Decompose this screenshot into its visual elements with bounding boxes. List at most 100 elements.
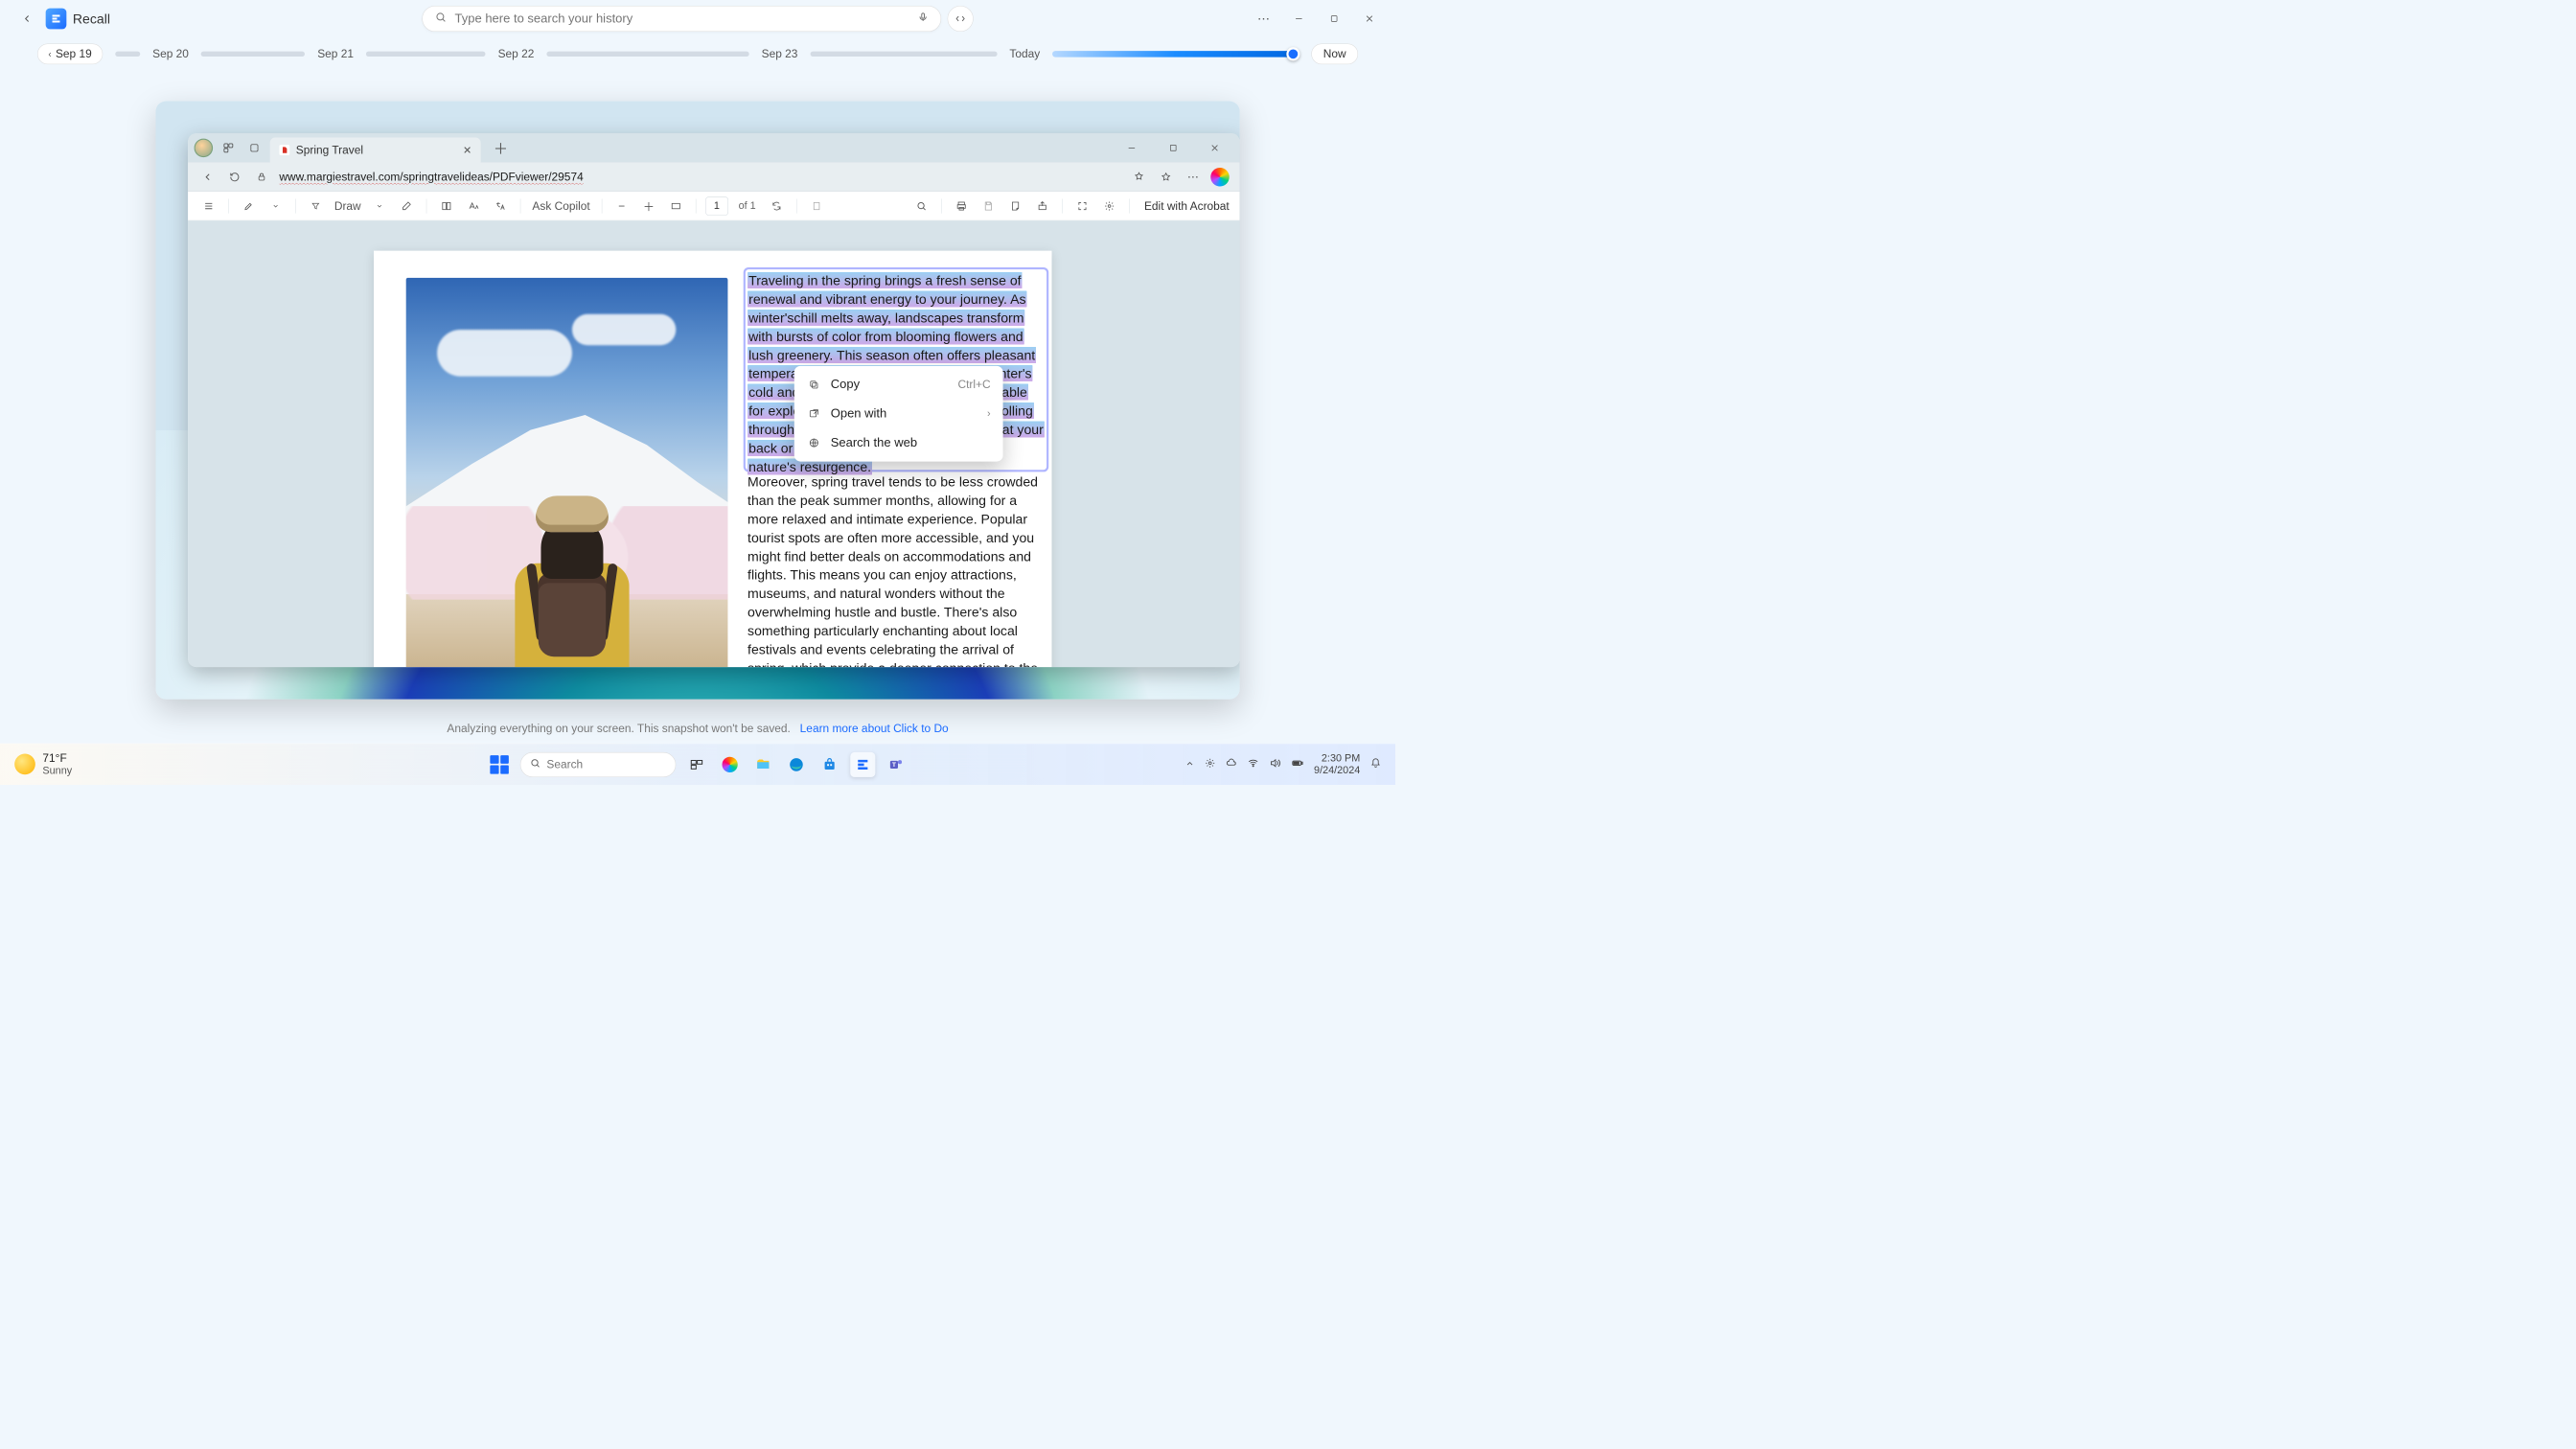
filter-icon[interactable] bbox=[306, 196, 327, 217]
profile-avatar[interactable] bbox=[195, 139, 214, 158]
new-tab-button[interactable]: ＋ bbox=[491, 138, 512, 159]
now-button[interactable]: Now bbox=[1311, 44, 1358, 65]
timeline-segment[interactable] bbox=[115, 52, 140, 57]
chevron-down-icon[interactable] bbox=[265, 196, 287, 217]
taskbar-search[interactable] bbox=[520, 752, 677, 777]
start-button[interactable] bbox=[487, 752, 512, 777]
page-number-input[interactable] bbox=[705, 196, 728, 216]
page-view-icon[interactable] bbox=[806, 196, 827, 217]
tray-chevron-up-icon[interactable] bbox=[1185, 758, 1195, 771]
wifi-icon[interactable] bbox=[1248, 757, 1259, 771]
minimize-icon[interactable] bbox=[1290, 10, 1309, 29]
taskbar-search-input[interactable] bbox=[546, 758, 696, 771]
timeline-segment[interactable] bbox=[546, 52, 748, 57]
timeline-date: Sep 21 bbox=[317, 47, 354, 60]
open-with-icon bbox=[807, 406, 821, 421]
zoom-in-icon[interactable]: ＋ bbox=[638, 196, 659, 217]
edge-icon[interactable] bbox=[784, 752, 809, 777]
tray-settings-icon[interactable] bbox=[1205, 758, 1215, 771]
refresh-icon[interactable] bbox=[225, 168, 244, 187]
pdf-toolbar: Draw Ask Copilot − ＋ of 1 bbox=[188, 192, 1239, 220]
maximize-icon[interactable] bbox=[1324, 10, 1344, 29]
chevron-left-icon: ‹ bbox=[48, 49, 51, 59]
timeline-segment[interactable] bbox=[366, 52, 486, 57]
history-search-box[interactable] bbox=[422, 6, 941, 32]
erase-icon[interactable] bbox=[397, 196, 418, 217]
timeline-start-pill[interactable]: ‹ Sep 19 bbox=[37, 44, 103, 65]
timeline-date: Sep 22 bbox=[498, 47, 535, 60]
recall-taskbar-icon[interactable] bbox=[850, 752, 875, 777]
document-hero-image bbox=[406, 278, 728, 667]
search-icon bbox=[435, 12, 447, 26]
weather-widget[interactable]: 71°F Sunny bbox=[14, 752, 72, 777]
footer-note: Analyzing everything on your screen. Thi… bbox=[447, 722, 948, 735]
context-menu-open-with[interactable]: Open with › bbox=[794, 400, 1003, 428]
paragraph-body[interactable]: Moreover, spring travel tends to be less… bbox=[748, 472, 1045, 667]
find-icon[interactable] bbox=[911, 196, 932, 217]
pdf-favicon-icon bbox=[279, 145, 289, 155]
fit-width-icon[interactable] bbox=[665, 196, 686, 217]
timeline-segment[interactable] bbox=[201, 52, 305, 57]
browser-more-icon[interactable]: ⋯ bbox=[1184, 168, 1203, 187]
context-menu-copy[interactable]: Copy Ctrl+C bbox=[794, 370, 1003, 399]
rotate-icon[interactable] bbox=[767, 196, 788, 217]
back-button[interactable] bbox=[16, 9, 37, 30]
favorite-icon[interactable] bbox=[1157, 168, 1176, 187]
highlight-icon[interactable] bbox=[239, 196, 260, 217]
copilot-taskbar-icon[interactable] bbox=[718, 752, 743, 777]
microphone-icon[interactable] bbox=[918, 12, 929, 25]
text-size-icon[interactable] bbox=[463, 196, 484, 217]
more-icon[interactable]: ⋯ bbox=[1254, 10, 1274, 29]
footer-link[interactable]: Learn more about Click to Do bbox=[800, 722, 949, 735]
nav-back-icon[interactable] bbox=[198, 168, 218, 187]
settings-icon[interactable] bbox=[1099, 196, 1120, 217]
browser-minimize-icon[interactable] bbox=[1121, 138, 1142, 159]
timeline-segment[interactable] bbox=[810, 52, 997, 57]
onedrive-icon[interactable] bbox=[1226, 757, 1237, 771]
browser-maximize-icon[interactable] bbox=[1162, 138, 1184, 159]
tab-close-icon[interactable]: ✕ bbox=[463, 144, 472, 157]
close-icon[interactable] bbox=[1360, 10, 1379, 29]
clock-date: 9/24/2024 bbox=[1314, 765, 1360, 776]
tab-title: Spring Travel bbox=[296, 144, 363, 157]
teams-icon[interactable]: T bbox=[884, 752, 908, 777]
tab-actions-icon[interactable] bbox=[244, 138, 265, 159]
notifications-icon[interactable] bbox=[1370, 758, 1381, 771]
context-copy-label: Copy bbox=[831, 378, 860, 392]
context-menu-search-web[interactable]: Search the web bbox=[794, 428, 1003, 457]
url-text[interactable]: www.margiestravel.com/springtravelideas/… bbox=[279, 170, 1121, 183]
store-icon[interactable] bbox=[817, 752, 842, 777]
fullscreen-icon[interactable] bbox=[1072, 196, 1093, 217]
weather-temp: 71°F bbox=[42, 752, 72, 766]
share-icon[interactable] bbox=[1032, 196, 1053, 217]
history-search-input[interactable] bbox=[455, 12, 918, 26]
timeline-today-label: Today bbox=[1009, 47, 1040, 60]
volume-icon[interactable] bbox=[1269, 757, 1280, 771]
timeline-today-bar[interactable] bbox=[1052, 51, 1299, 58]
copilot-icon[interactable] bbox=[1210, 168, 1230, 187]
contents-icon[interactable] bbox=[198, 196, 219, 217]
two-page-icon[interactable] bbox=[436, 196, 457, 217]
browser-tab[interactable]: Spring Travel ✕ bbox=[270, 138, 481, 163]
zoom-out-icon[interactable]: − bbox=[611, 196, 632, 217]
task-view-icon[interactable] bbox=[684, 752, 709, 777]
browser-close-icon[interactable] bbox=[1205, 138, 1226, 159]
context-searchweb-label: Search the web bbox=[831, 435, 917, 449]
draw-label[interactable]: Draw bbox=[334, 199, 361, 213]
save-icon[interactable] bbox=[978, 196, 1000, 217]
chevron-down-icon[interactable] bbox=[369, 196, 390, 217]
add-note-icon[interactable] bbox=[1005, 196, 1026, 217]
timeline-thumb[interactable] bbox=[1286, 47, 1300, 60]
edit-with-acrobat[interactable]: Edit with Acrobat bbox=[1144, 199, 1230, 213]
weather-sun-icon bbox=[14, 754, 35, 775]
translate-icon[interactable] bbox=[491, 196, 512, 217]
file-explorer-icon[interactable] bbox=[750, 752, 775, 777]
workspaces-icon[interactable] bbox=[218, 138, 240, 159]
shopping-icon[interactable] bbox=[1130, 168, 1149, 187]
taskbar-clock[interactable]: 2:30 PM 9/24/2024 bbox=[1314, 752, 1360, 776]
site-info-icon[interactable] bbox=[252, 168, 271, 187]
print-icon[interactable] bbox=[951, 196, 972, 217]
ask-copilot-label[interactable]: Ask Copilot bbox=[532, 199, 589, 213]
expand-search-button[interactable] bbox=[948, 6, 974, 32]
battery-icon[interactable] bbox=[1291, 757, 1303, 772]
